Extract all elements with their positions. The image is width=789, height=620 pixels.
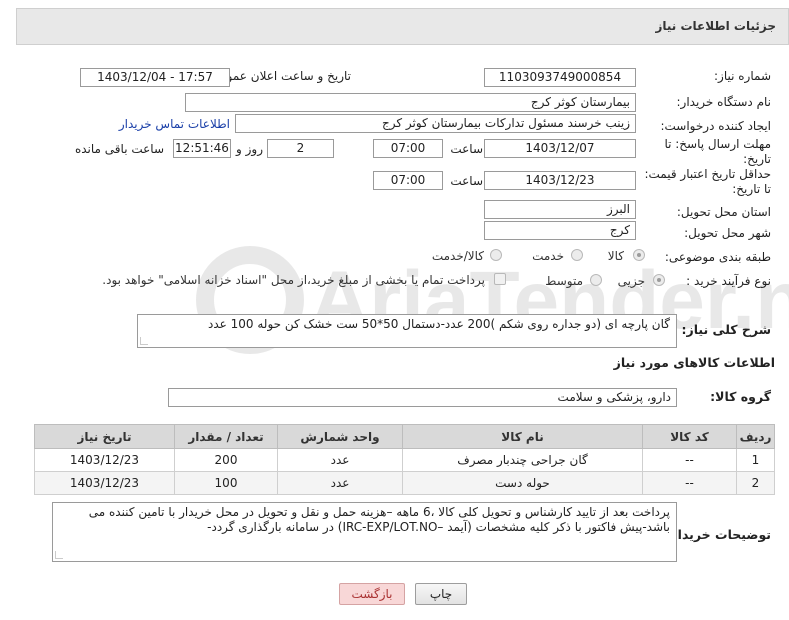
treasury-payment-checkbox[interactable]	[494, 273, 506, 285]
validity-time-field: 07:00	[373, 171, 443, 190]
cell-code: --	[642, 448, 737, 472]
category-radio-service[interactable]	[571, 249, 583, 261]
province-label: استان محل تحویل:	[676, 205, 771, 219]
description-label: شرح کلی نیاز:	[681, 322, 771, 337]
deadline-time-field: 07:00	[373, 139, 443, 158]
cell-code: --	[642, 471, 737, 495]
validity-date-field: 1403/12/23	[484, 171, 636, 190]
category-option-goods-service: کالا/خدمت	[431, 249, 484, 263]
cell-date: 1403/12/23	[34, 471, 175, 495]
col-code-header: کد کالا	[642, 424, 737, 449]
col-row-header: ردیف	[736, 424, 775, 449]
goods-group-label: گروه کالا:	[710, 389, 771, 404]
table-row: 1 -- گان جراحی چندبار مصرف عدد 200 1403/…	[34, 448, 775, 472]
process-radio-medium[interactable]	[590, 274, 602, 286]
need-number-field: 1103093749000854	[484, 68, 636, 87]
cell-name: گان جراحی چندبار مصرف	[402, 448, 643, 472]
days-field: 2	[267, 139, 334, 158]
table-row: 2 -- حوله دست عدد 100 1403/12/23	[34, 471, 775, 495]
buyer-notes-label: توضیحات خریدار:	[665, 527, 771, 542]
description-textarea: گان پارچه ای (دو جداره روی شکم )200 عدد-…	[137, 314, 677, 348]
treasury-payment-note: پرداخت تمام یا بخشی از مبلغ خرید،از محل …	[102, 273, 485, 287]
category-option-service: خدمت	[532, 249, 564, 263]
cell-date: 1403/12/23	[34, 448, 175, 472]
resize-grip-icon[interactable]	[55, 551, 63, 559]
announce-field: 1403/12/04 - 17:57	[80, 68, 230, 87]
print-button[interactable]: چاپ	[415, 583, 467, 605]
buyer-org-label: نام دستگاه خریدار:	[676, 95, 772, 109]
city-field: کرج	[484, 221, 636, 240]
need-number-label: شماره نیاز:	[714, 69, 771, 83]
buyer-notes-text: پرداخت بعد از تایید کارشناس و تحویل کلی …	[88, 505, 670, 534]
col-quantity-header: تعداد / مقدار	[174, 424, 278, 449]
category-radio-goods[interactable]	[633, 249, 645, 261]
city-label: شهر محل تحویل:	[684, 226, 771, 240]
process-label: نوع فرآیند خرید :	[686, 274, 771, 288]
goods-group-field: دارو، پزشکی و سلامت	[168, 388, 677, 407]
validity-label: حداقل تاریخ اعتبار قیمت: تا تاریخ:	[644, 167, 771, 196]
process-option-medium: متوسط	[545, 274, 583, 288]
page-title: جزئیات اطلاعات نیاز	[655, 19, 776, 33]
validity-time-label: ساعت	[450, 174, 483, 188]
cell-unit: عدد	[277, 471, 403, 495]
category-radio-goods-service[interactable]	[490, 249, 502, 261]
remaining-time-field: 12:51:46	[173, 139, 231, 158]
cell-row: 1	[736, 448, 775, 472]
process-radio-minor[interactable]	[653, 274, 665, 286]
back-button[interactable]: بازگشت	[339, 583, 405, 605]
page-header: جزئیات اطلاعات نیاز	[16, 8, 789, 45]
description-text: گان پارچه ای (دو جداره روی شکم )200 عدد-…	[208, 317, 670, 331]
days-label: روز و	[236, 142, 263, 156]
creator-field: زینب خرسند مسئول تدارکات بیمارستان کوثر …	[235, 114, 636, 133]
col-name-header: نام کالا	[402, 424, 643, 449]
cell-quantity: 200	[174, 448, 278, 472]
buyer-org-field: بیمارستان کوثر کرج	[185, 93, 636, 112]
creator-label: ایجاد کننده درخواست:	[660, 119, 771, 133]
deadline-time-label: ساعت	[450, 142, 483, 156]
cell-row: 2	[736, 471, 775, 495]
resize-grip-icon[interactable]	[140, 337, 148, 345]
deadline-date-field: 1403/12/07	[484, 139, 636, 158]
goods-table: ردیف کد کالا نام کالا واحد شمارش تعداد /…	[34, 424, 775, 495]
process-option-minor: جزیی	[617, 274, 645, 288]
goods-info-title: اطلاعات کالاهای مورد نیاز	[613, 355, 775, 370]
cell-unit: عدد	[277, 448, 403, 472]
buyer-notes-textarea: پرداخت بعد از تایید کارشناس و تحویل کلی …	[52, 502, 677, 562]
category-option-goods: کالا	[607, 249, 624, 263]
category-label: طبقه بندی موضوعی:	[664, 250, 771, 264]
province-field: البرز	[484, 200, 636, 219]
col-date-header: تاریخ نیاز	[34, 424, 175, 449]
remaining-label: ساعت باقی مانده	[74, 142, 164, 156]
table-header-row: ردیف کد کالا نام کالا واحد شمارش تعداد /…	[34, 424, 775, 449]
contact-info-link[interactable]: اطلاعات تماس خریدار	[119, 117, 230, 131]
deadline-label: مهلت ارسال پاسخ: تا تاریخ:	[664, 137, 771, 166]
col-unit-header: واحد شمارش	[277, 424, 403, 449]
cell-name: حوله دست	[402, 471, 643, 495]
cell-quantity: 100	[174, 471, 278, 495]
